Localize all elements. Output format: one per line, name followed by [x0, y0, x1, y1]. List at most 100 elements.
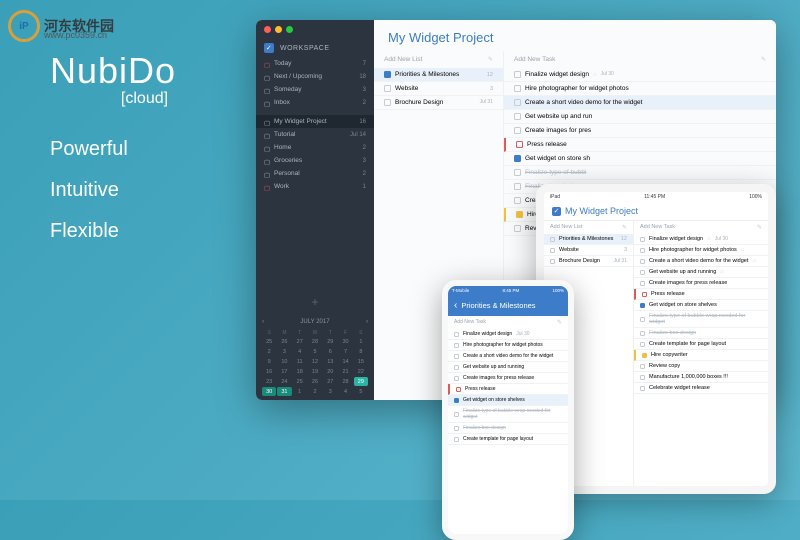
list-row[interactable]: Website3	[544, 245, 633, 256]
task-row[interactable]: Manufacture 1,000,000 boxes !!!	[634, 372, 768, 383]
checkbox-icon[interactable]	[454, 365, 459, 370]
cal-day[interactable]: 8	[354, 347, 368, 356]
checkbox-icon[interactable]	[454, 412, 459, 417]
cal-day[interactable]: 23	[262, 377, 276, 386]
task-row[interactable]: Create template for page layout	[448, 434, 568, 445]
checkbox-icon[interactable]	[454, 343, 459, 348]
checkbox-icon[interactable]	[516, 211, 523, 218]
checkbox-icon[interactable]	[640, 270, 645, 275]
edit-icon[interactable]: ✎	[557, 319, 562, 326]
cal-day[interactable]: 30	[338, 337, 352, 346]
checkbox-icon[interactable]	[514, 169, 521, 176]
task-row[interactable]: Create a short video demo for the widget	[448, 351, 568, 362]
cal-next-icon[interactable]: ›	[366, 319, 368, 325]
cal-day[interactable]: 3	[277, 347, 291, 356]
checkbox-icon[interactable]	[514, 113, 521, 120]
checkbox-icon[interactable]	[514, 99, 521, 106]
edit-icon[interactable]: ✎	[761, 56, 766, 63]
cal-day[interactable]: 17	[277, 367, 291, 376]
cal-day[interactable]: 27	[293, 337, 307, 346]
cal-day[interactable]: 25	[262, 337, 276, 346]
cal-day[interactable]: 4	[338, 387, 352, 396]
task-row[interactable]: Finalize widget design⌂Jul 30	[634, 234, 768, 245]
task-row[interactable]: Celebrate widget release	[634, 383, 768, 394]
add-list-label[interactable]: Add New List	[384, 56, 422, 63]
cal-day[interactable]: 10	[277, 357, 291, 366]
checkbox-icon[interactable]	[384, 85, 391, 92]
task-row[interactable]: Create a short video demo for the widget	[504, 96, 776, 110]
cal-day[interactable]: 5	[308, 347, 322, 356]
task-row[interactable]: Get website up and run	[504, 110, 776, 124]
checkbox-icon[interactable]	[456, 387, 461, 392]
checkbox-icon[interactable]	[454, 332, 459, 337]
cal-day[interactable]: 12	[308, 357, 322, 366]
cal-day[interactable]: 22	[354, 367, 368, 376]
task-row[interactable]: Hire copywriter	[634, 350, 768, 361]
checkbox-icon[interactable]	[640, 375, 645, 380]
checkbox-icon[interactable]	[454, 354, 459, 359]
cal-day[interactable]: 27	[323, 377, 337, 386]
task-row[interactable]: Hire photographer for widget photos	[448, 340, 568, 351]
cal-day[interactable]: 3	[323, 387, 337, 396]
task-row[interactable]: Get website up and running⌂	[634, 267, 768, 278]
task-row[interactable]: Create template for page layout	[634, 339, 768, 350]
app-icon[interactable]: ✓	[552, 207, 561, 216]
add-task-label[interactable]: Add New Task	[640, 224, 675, 231]
sidebar-item[interactable]: ▢Work1	[256, 180, 374, 193]
sidebar-item[interactable]: ▢Someday3	[256, 83, 374, 96]
cal-day[interactable]: 24	[277, 377, 291, 386]
cal-day[interactable]: 7	[338, 347, 352, 356]
task-row[interactable]: Hire photographer for widget photos	[504, 82, 776, 96]
cal-day[interactable]: 16	[262, 367, 276, 376]
checkbox-icon[interactable]	[514, 183, 521, 190]
checkbox-icon[interactable]	[514, 127, 521, 134]
checkbox-icon[interactable]	[550, 259, 555, 264]
tag-icon[interactable]: ⌂	[707, 236, 711, 242]
checkbox-icon[interactable]	[514, 197, 521, 204]
cal-day[interactable]: 19	[308, 367, 322, 376]
cal-day[interactable]: 15	[354, 357, 368, 366]
checkbox-icon[interactable]	[640, 386, 645, 391]
list-row[interactable]: Brochure DesignJul 31	[544, 256, 633, 267]
checkbox-icon[interactable]	[640, 237, 645, 242]
cal-day[interactable]: 5	[354, 387, 368, 396]
checkbox-icon[interactable]	[454, 426, 459, 431]
checkbox-icon[interactable]	[550, 248, 555, 253]
list-row[interactable]: Priorities & Milestones12	[544, 234, 633, 245]
list-row[interactable]: Website3	[374, 82, 503, 96]
cal-day[interactable]: 21	[338, 367, 352, 376]
checkbox-icon[interactable]	[640, 281, 645, 286]
checkbox-icon[interactable]	[642, 292, 647, 297]
cal-day[interactable]: 26	[277, 337, 291, 346]
cal-day[interactable]: 1	[293, 387, 307, 396]
cal-day[interactable]: 31	[277, 387, 291, 396]
cal-prev-icon[interactable]: ‹	[262, 319, 264, 325]
task-row[interactable]: Press release	[504, 138, 776, 152]
checkbox-icon[interactable]	[454, 437, 459, 442]
list-row[interactable]: Priorities & Milestones12	[374, 68, 503, 82]
checkbox-icon[interactable]	[514, 85, 521, 92]
edit-icon[interactable]: ✎	[757, 224, 762, 231]
add-project-button[interactable]: +	[256, 289, 374, 315]
task-row[interactable]: Get widget on store sh	[504, 152, 776, 166]
cal-day[interactable]: 29	[323, 337, 337, 346]
checkbox-icon[interactable]	[640, 259, 645, 264]
task-row[interactable]: Finalize type of bubble wrap needed for …	[448, 406, 568, 423]
close-icon[interactable]	[264, 26, 271, 33]
sidebar-item[interactable]: ▢Personal2	[256, 167, 374, 180]
task-row[interactable]: Finalize widget design⌂Jul 30	[504, 68, 776, 82]
cal-day[interactable]: 28	[338, 377, 352, 386]
task-row[interactable]: Finalize box design	[448, 423, 568, 434]
cal-day[interactable]: 1	[354, 337, 368, 346]
task-row[interactable]: Finalize widget designJul 30	[448, 329, 568, 340]
checkbox-icon[interactable]	[514, 71, 521, 78]
checkbox-icon[interactable]	[642, 353, 647, 358]
cal-day[interactable]: 4	[293, 347, 307, 356]
task-row[interactable]: Finalize type of bubble wrap needed for …	[634, 311, 768, 328]
tag-icon[interactable]: ⌂	[752, 258, 756, 264]
tag-icon[interactable]: ⌂	[593, 72, 597, 78]
add-list-label[interactable]: Add New List	[550, 224, 582, 231]
tag-icon[interactable]: ⌂	[741, 247, 745, 253]
checkbox-icon[interactable]	[550, 237, 555, 242]
sidebar-item[interactable]: ▢My Widget Project16	[256, 115, 374, 128]
